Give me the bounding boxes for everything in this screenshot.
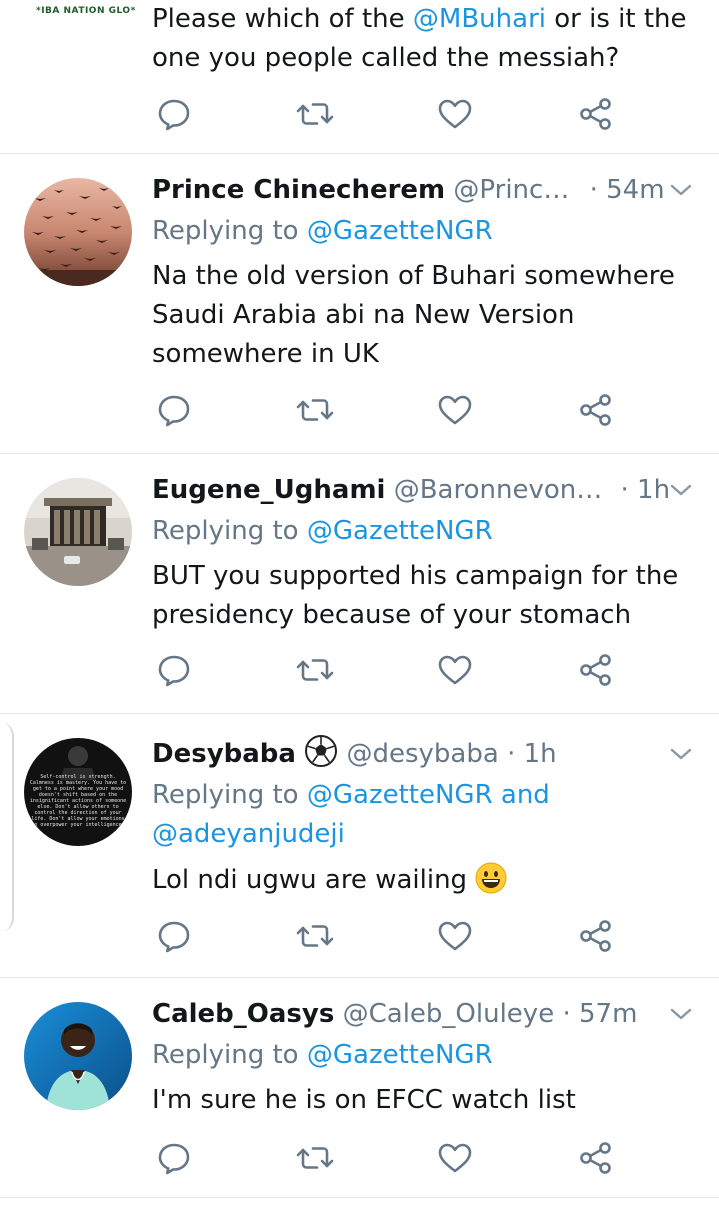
mention-link[interactable]: @MBuhari (413, 4, 546, 34)
avatar[interactable] (24, 178, 132, 286)
tweet-item[interactable]: Prince Chinecherem @Princ… · 54m Replyin… (0, 154, 719, 454)
chevron-down-icon[interactable] (667, 476, 695, 504)
replying-to: Replying to @GazetteNGR (152, 516, 493, 546)
author-name[interactable]: Desybaba (152, 739, 296, 769)
reply-icon[interactable] (154, 916, 194, 956)
author-name[interactable]: Prince Chinecherem (152, 175, 445, 205)
reply-icon[interactable] (154, 1138, 194, 1178)
mention-link[interactable]: @adeyanjudeji (152, 819, 345, 849)
author-handle[interactable]: @Caleb_Oluleye (343, 999, 555, 1029)
avatar-logo-text: *IBA NATION GLO* (36, 6, 136, 16)
mention-link[interactable]: @GazetteNGR (307, 1040, 493, 1070)
share-icon[interactable] (576, 390, 616, 430)
timestamp[interactable]: · 1h (507, 739, 557, 769)
avatar[interactable] (24, 1002, 132, 1110)
replying-to: Replying to @GazetteNGR and @adeyanjudej… (152, 780, 550, 849)
chevron-down-icon[interactable] (667, 1000, 695, 1028)
author-name[interactable]: Eugene_Ughami (152, 475, 385, 505)
chevron-down-icon[interactable] (667, 176, 695, 204)
author-handle[interactable]: @Baronnevon… (394, 475, 603, 505)
smiley-emoji-icon (475, 862, 507, 894)
tweet-actions (152, 390, 622, 430)
tweet-header: Eugene_Ughami @Baronnevon… · 1h (152, 470, 695, 510)
tweet-header: Caleb_Oasys @Caleb_Oluleye · 57m (152, 994, 695, 1034)
avatar[interactable] (24, 478, 132, 586)
reply-icon[interactable] (154, 94, 194, 134)
timestamp[interactable]: · 57m (562, 999, 637, 1029)
tweet-text: I'm sure he is on EFCC watch list (152, 1085, 576, 1115)
tweet-header: Desybaba @desybaba · 1h (152, 734, 695, 774)
heart-icon[interactable] (435, 390, 475, 430)
retweet-icon[interactable] (295, 390, 335, 430)
avatar-quote-text: Self-control is strength. Calmness is ma… (29, 774, 127, 828)
reply-icon[interactable] (154, 650, 194, 690)
timestamp[interactable]: · 54m (590, 175, 665, 205)
tweet-text: Lol ndi ugwu are wailing (152, 861, 695, 900)
replying-to: Replying to @GazetteNGR (152, 216, 493, 246)
tweet-top[interactable]: *IBA NATION GLO* Please which of the @MB… (0, 0, 719, 154)
tweet-actions (152, 1138, 622, 1178)
chevron-down-icon[interactable] (667, 740, 695, 768)
timestamp[interactable]: · 1h (621, 475, 671, 505)
heart-icon[interactable] (435, 94, 475, 134)
author-handle[interactable]: @Princ… (453, 175, 569, 205)
avatar[interactable]: Self-control is strength. Calmness is ma… (24, 738, 132, 846)
mention-link[interactable]: @GazetteNGR (307, 216, 493, 246)
heart-icon[interactable] (435, 1138, 475, 1178)
author-handle[interactable]: @desybaba (346, 739, 498, 769)
retweet-icon[interactable] (295, 1138, 335, 1178)
retweet-icon[interactable] (295, 650, 335, 690)
heart-icon[interactable] (435, 916, 475, 956)
tweet-item[interactable]: Self-control is strength. Calmness is ma… (0, 714, 719, 978)
share-icon[interactable] (576, 1138, 616, 1178)
tweet-actions (152, 916, 622, 956)
author-name[interactable]: Caleb_Oasys (152, 999, 334, 1029)
tweet-actions (152, 650, 622, 690)
tweet-item[interactable]: Eugene_Ughami @Baronnevon… · 1h Replying… (0, 454, 719, 714)
retweet-icon[interactable] (295, 94, 335, 134)
mention-link[interactable]: @GazetteNGR (307, 516, 493, 546)
tweet-text: Na the old version of Buhari somewhere S… (152, 261, 675, 369)
tweet-header: Prince Chinecherem @Princ… · 54m (152, 170, 695, 210)
share-icon[interactable] (576, 650, 616, 690)
mention-link[interactable]: @GazetteNGR and (307, 780, 550, 810)
replying-to: Replying to @GazetteNGR (152, 1040, 493, 1070)
tweet-text: Please which of the @MBuhari or is it th… (152, 4, 687, 73)
tweet-text: BUT you supported his campaign for the p… (152, 561, 679, 630)
soccer-ball-icon (305, 735, 338, 767)
tweet-item[interactable]: Caleb_Oasys @Caleb_Oluleye · 57m Replyin… (0, 978, 719, 1198)
reply-icon[interactable] (154, 390, 194, 430)
retweet-icon[interactable] (295, 916, 335, 956)
tweet-actions (152, 94, 622, 134)
share-icon[interactable] (576, 94, 616, 134)
heart-icon[interactable] (435, 650, 475, 690)
share-icon[interactable] (576, 916, 616, 956)
